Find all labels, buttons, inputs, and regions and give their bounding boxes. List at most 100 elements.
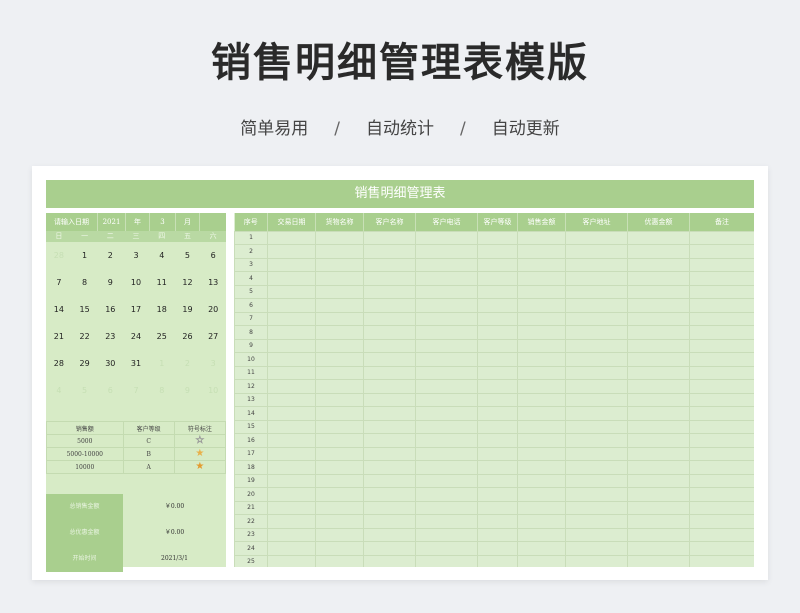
table-cell[interactable] xyxy=(565,271,628,286)
table-cell[interactable] xyxy=(267,338,316,353)
table-cell[interactable] xyxy=(315,298,364,313)
table-cell[interactable] xyxy=(477,325,518,340)
table-cell[interactable] xyxy=(315,311,364,326)
calendar-day[interactable]: 28 xyxy=(46,242,72,269)
table-cell[interactable] xyxy=(517,352,566,367)
calendar-day[interactable]: 4 xyxy=(46,377,72,404)
calendar-day[interactable]: 6 xyxy=(97,377,123,404)
calendar-day[interactable]: 19 xyxy=(175,296,201,323)
table-cell[interactable] xyxy=(517,460,566,475)
table-cell[interactable] xyxy=(415,392,478,407)
table-cell[interactable] xyxy=(415,514,478,529)
table-cell[interactable] xyxy=(477,244,518,259)
table-cell[interactable] xyxy=(477,473,518,488)
table-cell[interactable] xyxy=(689,325,754,340)
calendar-day[interactable]: 31 xyxy=(123,350,149,377)
table-cell[interactable] xyxy=(517,271,566,286)
table-cell[interactable] xyxy=(627,487,690,502)
table-cell[interactable] xyxy=(689,230,754,245)
table-cell[interactable] xyxy=(363,244,416,259)
table-cell[interactable] xyxy=(565,460,628,475)
table-cell[interactable] xyxy=(267,419,316,434)
table-cell[interactable] xyxy=(477,365,518,380)
table-cell[interactable] xyxy=(363,230,416,245)
table-cell[interactable] xyxy=(517,338,566,353)
table-cell[interactable] xyxy=(627,379,690,394)
table-cell[interactable] xyxy=(477,298,518,313)
table-cell[interactable] xyxy=(267,527,316,542)
calendar-day[interactable]: 6 xyxy=(200,242,226,269)
column-header[interactable]: 销售金额 xyxy=(517,213,566,231)
table-cell[interactable] xyxy=(315,460,364,475)
table-cell[interactable] xyxy=(517,244,566,259)
table-cell[interactable] xyxy=(267,433,316,448)
table-cell[interactable] xyxy=(565,433,628,448)
table-cell[interactable] xyxy=(565,352,628,367)
table-cell[interactable] xyxy=(689,473,754,488)
calendar-day[interactable]: 1 xyxy=(72,242,98,269)
table-cell[interactable] xyxy=(517,487,566,502)
calendar-day[interactable]: 1 xyxy=(149,350,175,377)
calendar-day[interactable]: 5 xyxy=(72,377,98,404)
table-cell[interactable] xyxy=(415,406,478,421)
calendar-day[interactable]: 14 xyxy=(46,296,72,323)
table-cell[interactable] xyxy=(565,419,628,434)
table-cell[interactable] xyxy=(363,460,416,475)
table-cell[interactable] xyxy=(363,406,416,421)
table-cell[interactable] xyxy=(627,311,690,326)
table-cell[interactable] xyxy=(517,365,566,380)
table-cell[interactable] xyxy=(315,554,364,567)
table-cell[interactable] xyxy=(627,257,690,272)
table-cell[interactable] xyxy=(565,554,628,567)
table-cell[interactable] xyxy=(363,473,416,488)
table-cell[interactable] xyxy=(689,446,754,461)
table-cell[interactable] xyxy=(627,527,690,542)
table-cell[interactable] xyxy=(517,257,566,272)
table-cell[interactable] xyxy=(363,419,416,434)
calendar-day[interactable]: 17 xyxy=(123,296,149,323)
table-cell[interactable] xyxy=(363,541,416,556)
table-cell[interactable] xyxy=(267,460,316,475)
table-cell[interactable] xyxy=(415,433,478,448)
table-cell[interactable] xyxy=(477,541,518,556)
table-cell[interactable] xyxy=(689,271,754,286)
column-header[interactable]: 客户地址 xyxy=(565,213,628,231)
table-cell[interactable] xyxy=(517,230,566,245)
table-cell[interactable] xyxy=(627,284,690,299)
table-cell[interactable] xyxy=(627,446,690,461)
table-cell[interactable] xyxy=(627,298,690,313)
table-cell[interactable] xyxy=(267,271,316,286)
table-cell[interactable] xyxy=(627,554,690,567)
table-cell[interactable] xyxy=(477,379,518,394)
table-cell[interactable] xyxy=(689,352,754,367)
table-cell[interactable] xyxy=(517,473,566,488)
table-cell[interactable] xyxy=(565,473,628,488)
table-cell[interactable] xyxy=(363,325,416,340)
table-cell[interactable] xyxy=(477,338,518,353)
table-cell[interactable] xyxy=(517,527,566,542)
table-cell[interactable] xyxy=(267,514,316,529)
table-cell[interactable] xyxy=(689,257,754,272)
table-cell[interactable] xyxy=(267,554,316,567)
table-cell[interactable] xyxy=(517,392,566,407)
table-cell[interactable] xyxy=(267,284,316,299)
table-cell[interactable] xyxy=(315,230,364,245)
table-cell[interactable] xyxy=(477,500,518,515)
table-cell[interactable] xyxy=(267,352,316,367)
table-cell[interactable] xyxy=(315,338,364,353)
table-cell[interactable] xyxy=(517,311,566,326)
table-cell[interactable] xyxy=(689,298,754,313)
table-cell[interactable] xyxy=(477,419,518,434)
table-cell[interactable] xyxy=(363,338,416,353)
table-cell[interactable] xyxy=(363,271,416,286)
calendar-day[interactable]: 26 xyxy=(175,323,201,350)
year-input[interactable]: 2021 xyxy=(98,213,126,231)
table-cell[interactable] xyxy=(415,460,478,475)
table-cell[interactable] xyxy=(315,365,364,380)
column-header[interactable]: 序号 xyxy=(234,213,268,231)
table-cell[interactable] xyxy=(477,527,518,542)
table-cell[interactable] xyxy=(627,500,690,515)
table-cell[interactable] xyxy=(315,487,364,502)
table-cell[interactable] xyxy=(565,446,628,461)
table-cell[interactable] xyxy=(627,392,690,407)
